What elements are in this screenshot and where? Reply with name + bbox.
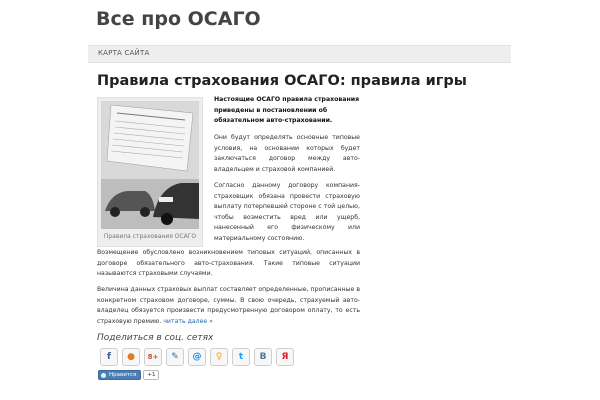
yandex-icon: Я: [281, 352, 289, 362]
share-heading: Поделиться в соц. сетях: [97, 333, 214, 343]
post-paragraph: Величина данных страховых выплат составл…: [97, 285, 360, 327]
post-paragraph: Они будут определять основные типовые ус…: [214, 134, 360, 173]
like-count: +1: [143, 370, 160, 380]
facebook-icon: f: [107, 352, 111, 362]
post-paragraph: Возмещение обусловлено возникновением ти…: [97, 249, 360, 277]
mail-at-icon: @: [192, 352, 202, 362]
vkontakte-share-button[interactable]: В: [254, 348, 272, 366]
yandex-share-button[interactable]: Я: [276, 348, 294, 366]
image-caption: Правила страхования ОСАГО: [103, 233, 197, 240]
google-plus-share-button[interactable]: 8+: [144, 348, 162, 366]
odnoklassniki-share-button[interactable]: ♀: [210, 348, 228, 366]
read-more-link[interactable]: читать далее »: [163, 318, 213, 325]
odnoklassniki-icon: ♀: [215, 352, 223, 362]
post-image: Правила страхования ОСАГО: [97, 97, 203, 247]
post-lead: Настоящие ОСАГО правила страхования прив…: [214, 96, 360, 124]
chat-bubbles-icon: ●: [127, 352, 135, 362]
livejournal-icon: ✎: [171, 352, 179, 362]
vkontakte-icon: В: [259, 352, 267, 362]
post-paragraph: Согласно данному договору компания-страх…: [214, 182, 360, 242]
chat-share-button[interactable]: ●: [122, 348, 140, 366]
mail-share-button[interactable]: @: [188, 348, 206, 366]
like-widget: Нравится +1: [98, 370, 160, 380]
twitter-share-button[interactable]: t: [232, 348, 250, 366]
insurance-document-car-image: [101, 101, 199, 229]
twitter-icon: t: [238, 352, 244, 362]
post-title[interactable]: Правила страхования ОСАГО: правила игры: [97, 73, 467, 89]
livejournal-share-button[interactable]: ✎: [166, 348, 184, 366]
site-title[interactable]: Все про ОСАГО: [96, 8, 261, 30]
facebook-share-button[interactable]: f: [100, 348, 118, 366]
nav-item-sitemap[interactable]: КАРТА САЙТА: [98, 49, 149, 57]
post-paragraph-text: Величина данных страховых выплат составл…: [97, 286, 360, 325]
like-button[interactable]: Нравится: [98, 370, 142, 380]
main-navigation: КАРТА САЙТА: [88, 45, 511, 63]
google-plus-icon: 8+: [147, 353, 159, 361]
